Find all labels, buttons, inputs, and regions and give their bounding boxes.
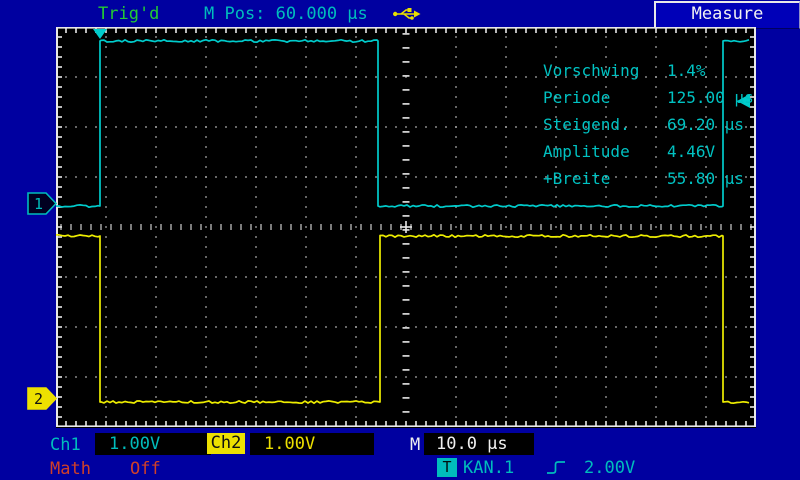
m-position-readout: M Pos: 60.000 µs bbox=[204, 4, 368, 24]
rising-edge-icon bbox=[545, 459, 569, 480]
measurement-row: Steigend.69.20 µs bbox=[543, 111, 754, 138]
svg-text:1: 1 bbox=[34, 195, 43, 213]
ch1-label: Ch1 bbox=[50, 435, 81, 455]
measurement-readout: Vorschwing1.4% Periode125.00 µs Steigend… bbox=[543, 57, 754, 192]
ch2-label-selected[interactable]: Ch2 bbox=[207, 433, 245, 454]
trigger-source-readout: KAN.1 bbox=[463, 458, 514, 478]
ch1-scale-readout: 1.00V bbox=[95, 433, 211, 455]
ch1-ground-marker-icon: 1 bbox=[27, 191, 58, 216]
trigger-status: Trig'd bbox=[98, 4, 159, 24]
measurement-row: +Breite55.80 µs bbox=[543, 165, 754, 192]
ch2-scale-readout: 1.00V bbox=[250, 433, 374, 455]
trigger-position-marker-icon bbox=[93, 29, 107, 39]
trigger-badge: T bbox=[437, 458, 457, 477]
usb-icon bbox=[392, 6, 422, 25]
measurement-row: Periode125.00 µs bbox=[543, 84, 754, 111]
measurement-row: Amplitude4.46V bbox=[543, 138, 754, 165]
math-label: Math bbox=[50, 459, 91, 479]
trigger-level-readout: 2.00V bbox=[584, 458, 635, 478]
measure-button[interactable]: Measure bbox=[654, 1, 800, 29]
timebase-label: M bbox=[410, 435, 420, 455]
ch2-ground-marker-icon: 2 bbox=[27, 386, 58, 411]
timebase-readout: 10.0 µs bbox=[424, 433, 534, 455]
math-status: Off bbox=[130, 459, 161, 479]
svg-text:2: 2 bbox=[34, 390, 43, 408]
measurement-row: Vorschwing1.4% bbox=[543, 57, 754, 84]
oscilloscope-screen: Trig'd M Pos: 60.000 µs Measure Vorschwi… bbox=[0, 0, 800, 480]
